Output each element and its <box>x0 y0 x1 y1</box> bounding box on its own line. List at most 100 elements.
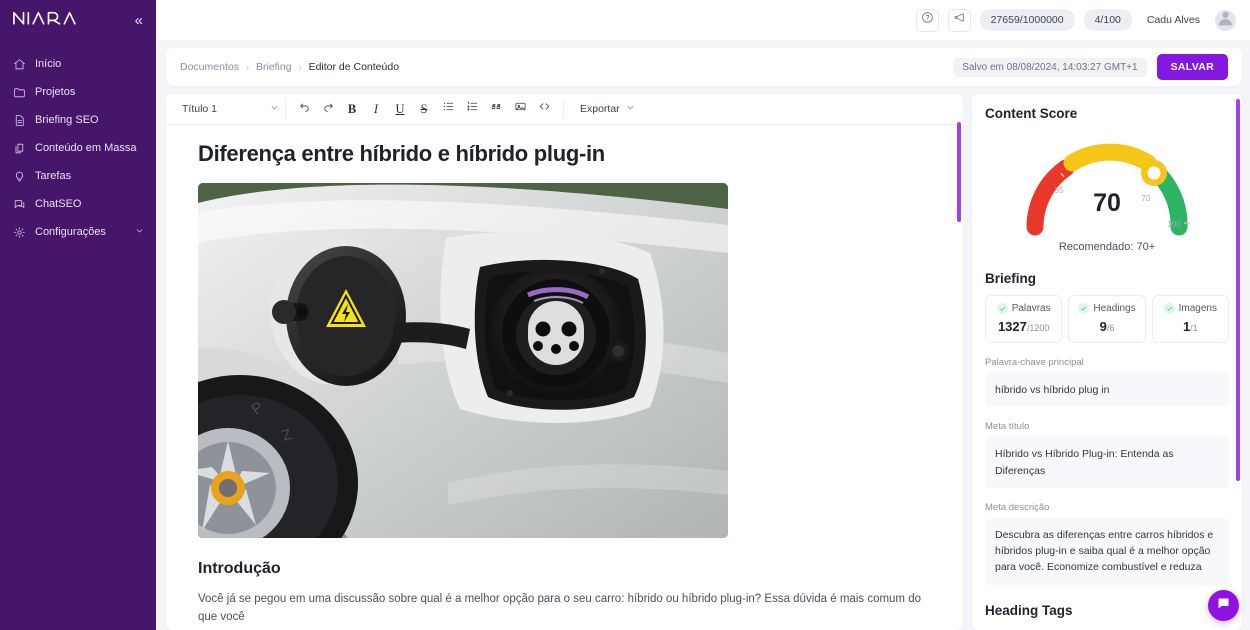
sidebar-item-configuracoes[interactable]: Configurações <box>0 218 156 246</box>
code-button[interactable] <box>533 98 555 120</box>
avatar[interactable] <box>1215 9 1236 31</box>
niara-logo[interactable] <box>12 8 84 33</box>
stat-header: Headings <box>1075 303 1138 314</box>
sidebar-item-briefing-seo[interactable]: Briefing SEO <box>0 106 156 134</box>
undo-button[interactable] <box>293 98 315 120</box>
italic-button[interactable]: I <box>365 98 387 120</box>
undo-icon <box>298 100 311 118</box>
strikethrough-button[interactable]: S <box>413 98 435 120</box>
top-bar: 27659/1000000 4/100 Cadu Alves <box>156 0 1250 40</box>
sidebar-item-label: ChatSEO <box>35 198 82 210</box>
save-area: Salvo em 08/08/2024, 14:03:27 GMT+1 SALV… <box>953 54 1228 80</box>
sidebar-item-inicio[interactable]: Início <box>0 50 156 78</box>
stat-number: 9 <box>1099 319 1107 334</box>
underline-button[interactable]: U <box>389 98 411 120</box>
sidebar-item-projetos[interactable]: Projetos <box>0 78 156 106</box>
gauge-tick-100: 100 <box>1167 220 1181 229</box>
lightbulb-icon <box>12 169 26 183</box>
bold-button[interactable]: B <box>341 98 363 120</box>
save-button[interactable]: SALVAR <box>1156 54 1228 80</box>
gear-icon <box>12 225 26 239</box>
megaphone-icon <box>953 11 966 29</box>
side-panel-scrollbar[interactable] <box>1236 99 1240 481</box>
check-icon <box>1078 303 1090 314</box>
score-recommendation: Recomendado: 70+ <box>1058 241 1156 253</box>
stat-value: 1327/1200 <box>992 319 1055 334</box>
sidebar-item-conteudo-em-massa[interactable]: Conteúdo em Massa <box>0 134 156 162</box>
sidebar-item-chatseo[interactable]: ChatSEO <box>0 190 156 218</box>
keyword-input[interactable]: híbrido vs híbrido plug in <box>985 373 1229 408</box>
numbered-list-button[interactable] <box>461 98 483 120</box>
quote-icon <box>490 100 503 118</box>
meta-description-input[interactable]: Descubra as diferenças entre carros híbr… <box>985 517 1229 585</box>
sidebar-collapse-icon[interactable]: « <box>131 11 146 30</box>
sidebar-nav: Início Projetos Briefing SEO Conteúdo em… <box>0 50 156 246</box>
section-heading: Introdução <box>198 560 281 577</box>
sidebar-item-label: Início <box>35 58 62 70</box>
sidebar: « Início Projetos Briefing SEO Conteúdo … <box>0 0 156 630</box>
editor-toolbar: Título 1 B I U S Exportar <box>166 94 963 125</box>
field-label: Meta título <box>985 421 1030 433</box>
sidebar-item-label: Briefing SEO <box>35 114 99 126</box>
check-icon <box>1163 303 1175 314</box>
home-icon <box>12 57 26 71</box>
sidebar-item-label: Tarefas <box>35 170 72 182</box>
chevron-down-icon <box>270 103 279 115</box>
chat-support-button[interactable] <box>1208 590 1239 621</box>
bullet-list-icon <box>442 100 455 118</box>
image-button[interactable] <box>509 98 531 120</box>
bullet-list-button[interactable] <box>437 98 459 120</box>
quote-button[interactable] <box>485 98 507 120</box>
document-paragraph: Você já se pegou em uma discussão sobre … <box>198 593 922 624</box>
chat-bubble-icon <box>1216 596 1231 616</box>
announcements-button[interactable] <box>947 8 971 32</box>
field-meta-titulo: Meta título Híbrido vs Híbrido Plug-in: … <box>985 421 1229 488</box>
sidebar-item-label: Configurações <box>35 226 106 238</box>
breadcrumb-separator: › <box>245 62 249 72</box>
redo-button[interactable] <box>317 98 339 120</box>
sidebar-item-label: Projetos <box>35 86 76 98</box>
field-label: Meta descrição <box>985 501 1050 513</box>
credits-badge[interactable]: 27659/1000000 <box>979 9 1075 31</box>
breadcrumb-item-briefing[interactable]: Briefing <box>256 61 292 73</box>
chat-icon <box>12 197 26 211</box>
sidebar-header: « <box>0 0 156 40</box>
export-label: Exportar <box>580 103 620 115</box>
document-canvas[interactable]: Diferença entre híbrido e híbrido plug-i… <box>166 125 963 630</box>
chevron-down-icon[interactable] <box>135 226 144 238</box>
export-menu[interactable]: Exportar <box>574 103 641 115</box>
text-style-select[interactable]: Título 1 <box>174 98 286 120</box>
heading-tags-title: Heading Tags <box>985 602 1073 618</box>
help-button[interactable] <box>915 8 939 32</box>
stat-number: 1327 <box>997 319 1027 334</box>
document-icon <box>12 113 26 127</box>
redo-icon <box>322 100 335 118</box>
user-avatar-icon <box>1215 10 1236 31</box>
stat-label: Headings <box>1093 303 1136 314</box>
user-name: Cadu Alves <box>1146 14 1200 26</box>
content-editor-panel: Título 1 B I U S Exportar Diferença entr… <box>166 94 963 630</box>
quota-badge[interactable]: 4/100 <box>1083 9 1132 31</box>
save-status: Salvo em 08/08/2024, 14:03:27 GMT+1 <box>953 57 1147 77</box>
app-root: « Início Projetos Briefing SEO Conteúdo … <box>0 0 1250 630</box>
document-image[interactable]: P Z <box>198 183 728 538</box>
text-style-value: Título 1 <box>182 103 218 115</box>
content-score-value: 70 <box>1093 189 1121 217</box>
meta-title-input[interactable]: Híbrido vs Híbrido Plug-in: Entenda as D… <box>985 437 1229 488</box>
briefing-stats: Palavras 1327/1200 Headings 9/6 Imagens … <box>985 295 1229 343</box>
sidebar-item-label: Conteúdo em Massa <box>35 142 137 154</box>
folder-icon <box>12 85 26 99</box>
breadcrumb-separator: › <box>298 62 302 72</box>
question-circle-icon <box>921 11 934 29</box>
document-title: Diferença entre híbrido e híbrido plug-i… <box>198 141 605 166</box>
sidebar-item-tarefas[interactable]: Tarefas <box>0 162 156 190</box>
stat-denominator: /1200 <box>1026 323 1050 333</box>
editor-scrollbar[interactable] <box>957 122 961 222</box>
stat-denominator: /1 <box>1190 323 1198 333</box>
breadcrumb-current: Editor de Conteúdo <box>308 61 400 73</box>
main-row: Título 1 B I U S Exportar Diferença entr… <box>156 86 1250 630</box>
breadcrumb-item-documentos[interactable]: Documentos <box>180 61 239 73</box>
code-icon <box>538 100 551 118</box>
seo-side-panel: Content Score 35 70 100 70 Recomendado: … <box>972 94 1242 630</box>
briefing-title: Briefing <box>985 271 1037 286</box>
